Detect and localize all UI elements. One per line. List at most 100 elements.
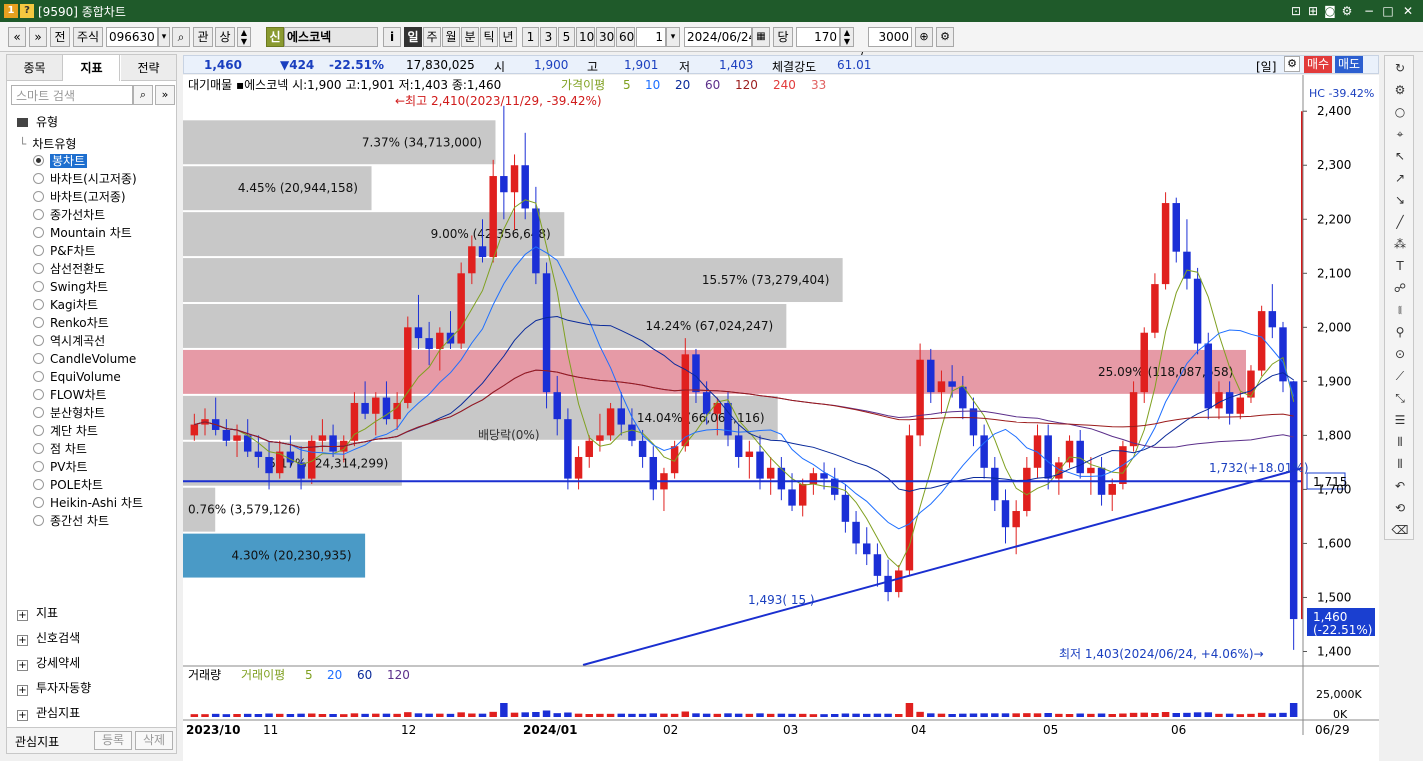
refresh-icon[interactable]: ↻ — [1389, 58, 1411, 78]
count-input[interactable]: 170 — [796, 27, 840, 47]
trendline-icon[interactable]: ╱ — [1389, 212, 1411, 232]
circle-icon[interactable]: ○ — [1389, 102, 1411, 122]
chart-type-option[interactable]: 봉차트 — [33, 153, 88, 170]
settings-icon[interactable]: ⚙ — [1339, 3, 1355, 19]
expand-icon[interactable]: » — [155, 85, 175, 105]
redo-icon[interactable]: ⟲ — [1389, 498, 1411, 518]
chart-type-option[interactable]: 바차트(시고저종) — [33, 171, 137, 188]
chart-type-option[interactable]: CandleVolume — [33, 351, 136, 368]
type-section[interactable]: 유형 — [17, 113, 58, 130]
date-input[interactable]: 2024/06/24 — [684, 27, 752, 47]
chart-type-option[interactable]: 종가선차트 — [33, 207, 105, 224]
radio-icon[interactable] — [33, 317, 44, 328]
chart-type-option[interactable]: 바차트(고저종) — [33, 189, 126, 206]
radio-icon[interactable] — [33, 407, 44, 418]
text-tool-icon[interactable]: T — [1389, 256, 1411, 276]
gann-icon[interactable]: ☍ — [1389, 278, 1411, 298]
interval-button[interactable]: 3 — [540, 27, 557, 47]
info-button[interactable]: i — [383, 27, 401, 47]
next-button[interactable]: » — [29, 27, 47, 47]
gwan-button[interactable]: 관 — [193, 27, 213, 47]
indicator-section[interactable]: + 강세약세 — [17, 654, 80, 671]
chart-type-option[interactable]: Mountain 차트 — [33, 225, 132, 242]
period-tab[interactable]: 분 — [461, 27, 479, 47]
radio-icon[interactable] — [33, 155, 44, 166]
radio-icon[interactable] — [33, 263, 44, 274]
indicator-section[interactable]: + 신호검색 — [17, 629, 80, 646]
prev-button[interactable]: « — [8, 27, 26, 47]
left-tab[interactable]: 지표 — [64, 55, 120, 81]
calendar-icon[interactable]: ▦ — [752, 27, 770, 47]
close-icon[interactable]: ✕ — [1400, 3, 1416, 19]
radio-icon[interactable] — [33, 353, 44, 364]
arrow-draw-icon[interactable]: ↖ — [1389, 146, 1411, 166]
expand-plus-icon[interactable]: + — [17, 635, 28, 646]
chart-type-option[interactable]: PV차트 — [33, 459, 88, 476]
chart-type-option[interactable]: 삼선전환도 — [33, 261, 105, 278]
radio-icon[interactable] — [33, 497, 44, 508]
market-select[interactable]: 주식 — [73, 27, 103, 47]
interval-button[interactable]: 5 — [558, 27, 575, 47]
sang-button[interactable]: 상 — [215, 27, 235, 47]
chart-type-option[interactable]: EquiVolume — [33, 369, 121, 386]
price-chart-svg[interactable]: 7.37% (34,713,000)4.45% (20,944,158)9.00… — [183, 75, 1379, 761]
period-tab[interactable]: 일 — [404, 27, 422, 47]
radio-icon[interactable] — [33, 515, 44, 526]
period-tab[interactable]: 주 — [423, 27, 441, 47]
indicator-section[interactable]: + 지표 — [17, 604, 58, 621]
interval-button[interactable]: 10 — [576, 27, 595, 47]
expand-plus-icon[interactable]: + — [17, 610, 28, 621]
period-tab[interactable]: 년 — [499, 27, 517, 47]
interval-button[interactable]: 30 — [596, 27, 615, 47]
cursor-icon[interactable]: ⌖ — [1389, 124, 1411, 144]
gear-icon[interactable]: ⚙ — [1389, 80, 1411, 100]
ruler-icon[interactable]: ⟋ — [1389, 366, 1411, 386]
code-dropdown-icon[interactable]: ▾ — [158, 27, 170, 47]
radio-icon[interactable] — [33, 173, 44, 184]
settings-icon[interactable]: ⚙ — [1284, 56, 1300, 72]
zoom-icon[interactable]: ⚲ — [1389, 322, 1411, 342]
period-count-input[interactable]: 1 — [636, 27, 666, 47]
minimize-icon[interactable]: − — [1361, 3, 1377, 19]
radio-icon[interactable] — [33, 209, 44, 220]
chart-type-option[interactable]: P&F차트 — [33, 243, 96, 260]
zoom-in-icon[interactable]: ⊕ — [915, 27, 933, 47]
buy-button[interactable]: 매수 — [1304, 56, 1332, 73]
chart-type-option[interactable]: POLE차트 — [33, 477, 103, 494]
chart-type-option[interactable]: 계단 차트 — [33, 423, 98, 440]
radio-icon[interactable] — [33, 389, 44, 400]
radio-icon[interactable] — [33, 281, 44, 292]
fibonacci-icon[interactable]: ☰ — [1389, 410, 1411, 430]
help-icon[interactable]: ? — [20, 4, 34, 18]
period-tab[interactable]: 틱 — [480, 27, 498, 47]
radio-icon[interactable] — [33, 425, 44, 436]
smart-search-input[interactable]: 스마트 검색 — [11, 85, 133, 105]
chart-type-option[interactable]: Renko차트 — [33, 315, 109, 332]
radio-icon[interactable] — [33, 299, 44, 310]
radio-icon[interactable] — [33, 461, 44, 472]
erase-icon[interactable]: ⌫ — [1389, 520, 1411, 540]
count-spin-icon[interactable]: ▲ ▼ — [840, 27, 854, 47]
radio-icon[interactable] — [33, 371, 44, 382]
expand-plus-icon[interactable]: + — [17, 685, 28, 696]
chart-type-option[interactable]: 종간선 차트 — [33, 513, 109, 530]
period-tab[interactable]: 월 — [442, 27, 460, 47]
indicator-section[interactable]: + 관심지표 — [17, 704, 80, 721]
camera-icon[interactable]: ◙ — [1322, 3, 1338, 19]
chart-type-option[interactable]: 역시계곡선 — [33, 333, 105, 350]
pin-icon[interactable]: ⊡ — [1288, 3, 1304, 19]
radio-icon[interactable] — [33, 335, 44, 346]
sell-button[interactable]: 매도 — [1335, 56, 1363, 73]
register-button[interactable]: 등록 — [94, 731, 132, 750]
radio-icon[interactable] — [33, 443, 44, 454]
grid-lines-icon[interactable]: ⦀ — [1389, 454, 1411, 474]
chart-settings-icon[interactable]: ⚙ — [936, 27, 954, 47]
period-dropdown-icon[interactable]: ▾ — [666, 27, 680, 47]
chart-type-option[interactable]: 점 차트 — [33, 441, 87, 458]
chart-area[interactable]: 7.37% (34,713,000) 4.45% (20,944,158) 9.00… — [183, 75, 1379, 761]
chart-type-option[interactable]: Kagi차트 — [33, 297, 98, 314]
expand-plus-icon[interactable]: + — [17, 710, 28, 721]
left-tab[interactable]: 종목 — [7, 55, 63, 81]
radio-icon[interactable] — [33, 479, 44, 490]
spin-updown-icon[interactable]: ▲ ▼ — [237, 27, 251, 47]
